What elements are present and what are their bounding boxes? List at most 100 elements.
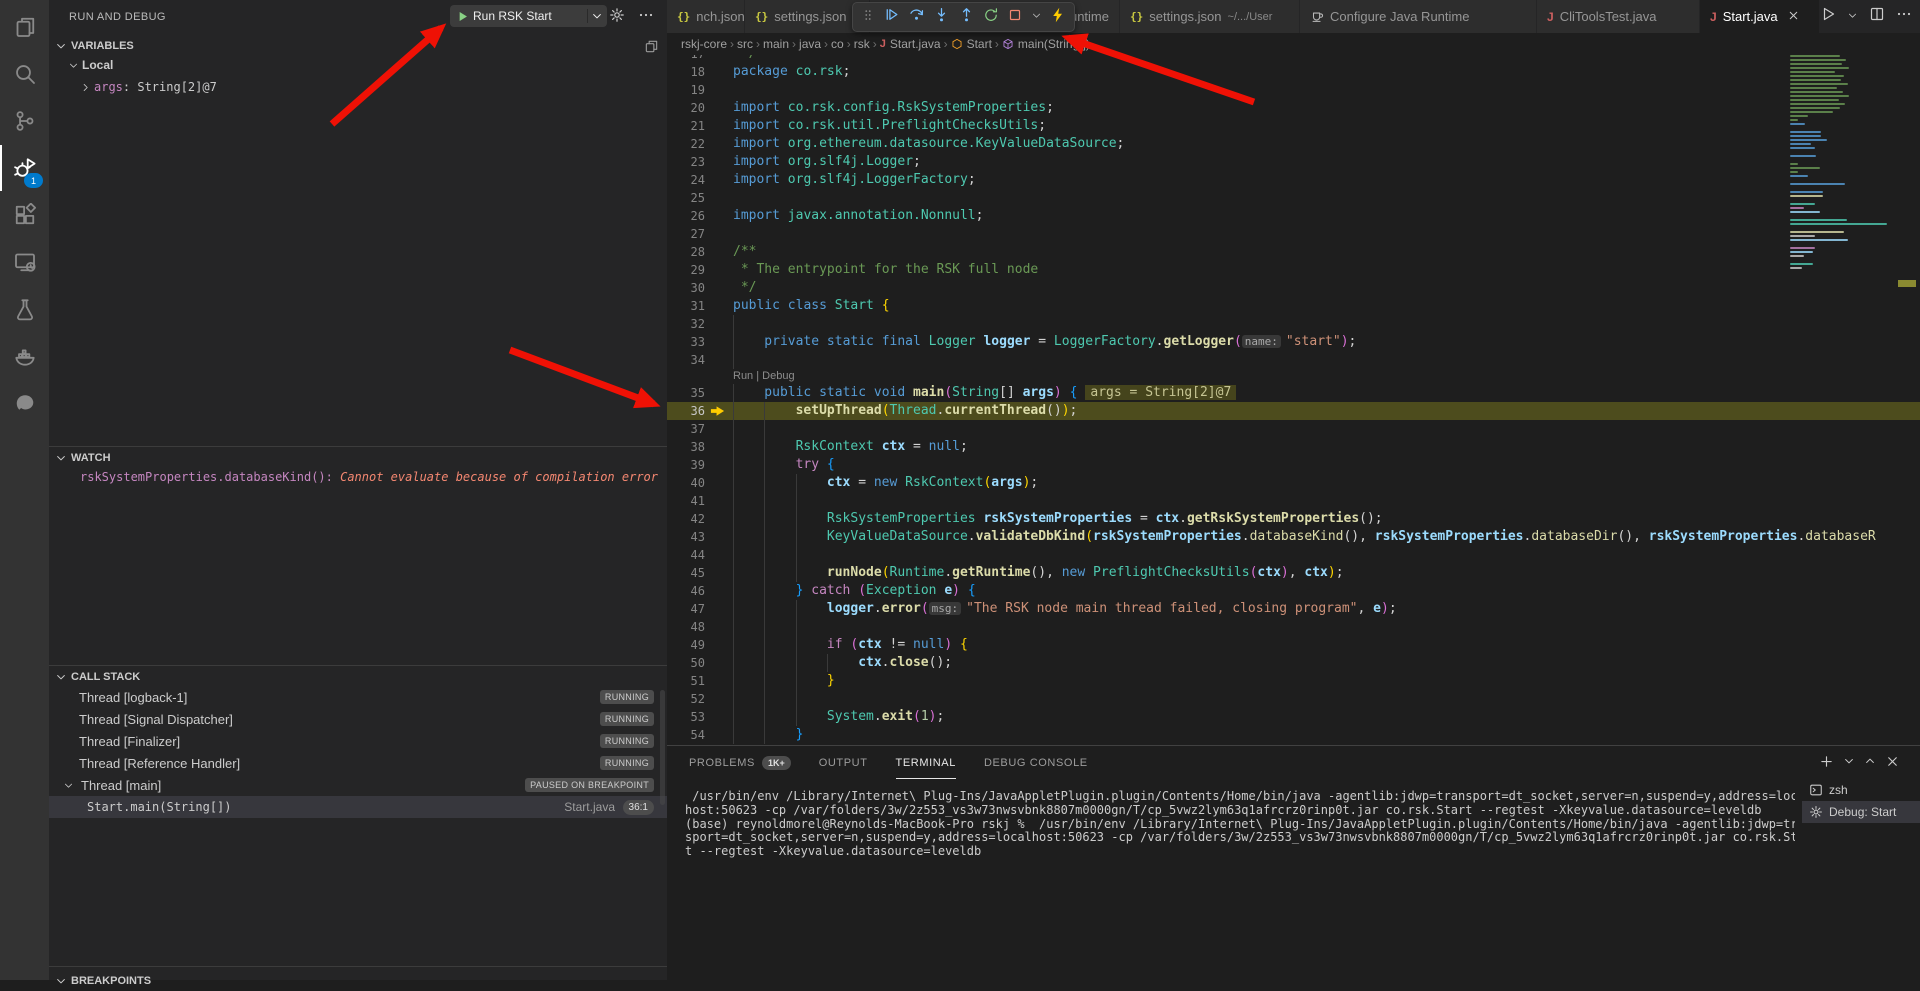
code-line-37[interactable]: 37	[667, 420, 1920, 438]
code-line-26[interactable]: 26import javax.annotation.Nonnull;	[667, 207, 1920, 225]
code-line-22[interactable]: 22import org.ethereum.datasource.KeyValu…	[667, 135, 1920, 153]
more-icon[interactable]	[638, 7, 654, 23]
terminal-session-debug-start[interactable]: Debug: Start	[1802, 801, 1920, 823]
gutter[interactable]	[705, 117, 733, 135]
variables-section-header[interactable]: VARIABLES	[49, 36, 667, 56]
activity-debug[interactable]: 1	[0, 145, 49, 191]
gutter[interactable]	[705, 225, 733, 243]
code-line-17[interactable]: 17 */	[667, 55, 1920, 63]
line-number[interactable]: 20	[667, 99, 705, 117]
line-number[interactable]: 40	[667, 474, 705, 492]
activity-files[interactable]	[0, 4, 49, 50]
gutter[interactable]	[705, 261, 733, 279]
line-number[interactable]: 50	[667, 654, 705, 672]
tab-clitoolstest.java[interactable]: JCliToolsTest.java	[1537, 0, 1700, 33]
code-line-45[interactable]: 45runNode(Runtime.getRuntime(), new Pref…	[667, 564, 1920, 582]
line-number[interactable]: 48	[667, 618, 705, 636]
line-number[interactable]: 51	[667, 672, 705, 690]
variables-scope-local[interactable]: Local	[68, 58, 113, 72]
code-line-44[interactable]: 44	[667, 546, 1920, 564]
step-out-icon[interactable]	[958, 6, 975, 28]
watch-expression-row[interactable]: rskSystemProperties.databaseKind(): Cann…	[80, 470, 659, 484]
line-number[interactable]: 38	[667, 438, 705, 456]
line-number[interactable]: 21	[667, 117, 705, 135]
code-line-41[interactable]: 41	[667, 492, 1920, 510]
line-number[interactable]: 18	[667, 63, 705, 81]
sidebar-scrollbar[interactable]	[660, 690, 665, 805]
gutter[interactable]	[705, 189, 733, 207]
drag-handle-icon[interactable]	[861, 8, 875, 27]
play-icon[interactable]	[456, 10, 469, 23]
code-line-33[interactable]: 33private static final Logger logger = L…	[667, 333, 1920, 351]
gutter[interactable]	[705, 279, 733, 297]
code-line-46[interactable]: 46} catch (Exception e) {	[667, 582, 1920, 600]
gutter[interactable]	[705, 546, 733, 564]
step-over-icon[interactable]	[908, 6, 925, 28]
code-line-18[interactable]: 18package co.rsk;	[667, 63, 1920, 81]
call-stack-section-header[interactable]: CALL STACK	[49, 667, 667, 687]
line-number[interactable]: 35	[667, 384, 705, 402]
plus-icon[interactable]	[1819, 754, 1834, 774]
line-number[interactable]: 19	[667, 81, 705, 99]
line-number[interactable]: 27	[667, 225, 705, 243]
line-number[interactable]: 42	[667, 510, 705, 528]
gutter[interactable]	[705, 510, 733, 528]
line-number[interactable]: 47	[667, 600, 705, 618]
run-config-dropdown[interactable]: Run RSK Start	[450, 5, 607, 27]
gutter[interactable]	[705, 636, 733, 654]
tab-settings.json[interactable]: {}settings.json~/.../User	[1120, 0, 1300, 33]
code-line-36[interactable]: 36setUpThread(Thread.currentThread());	[667, 402, 1920, 420]
gutter[interactable]	[705, 726, 733, 744]
stop-icon[interactable]	[1007, 7, 1023, 28]
code-line-25[interactable]: 25	[667, 189, 1920, 207]
gutter[interactable]	[705, 474, 733, 492]
call-stack-thread[interactable]: Thread [logback-1]RUNNING	[49, 686, 667, 708]
gutter[interactable]	[705, 420, 733, 438]
line-number[interactable]: 17	[667, 55, 705, 63]
code-line-53[interactable]: 53System.exit(1);	[667, 708, 1920, 726]
codelens-run-debug[interactable]: Run | Debug	[667, 369, 1920, 384]
activity-source-control[interactable]	[0, 98, 49, 144]
line-number[interactable]: 23	[667, 153, 705, 171]
tab-start.java[interactable]: JStart.java	[1700, 0, 1820, 33]
code-line-31[interactable]: 31public class Start {	[667, 297, 1920, 315]
chevron-down-icon[interactable]	[591, 10, 603, 22]
gutter[interactable]	[705, 63, 733, 81]
line-number[interactable]: 45	[667, 564, 705, 582]
gutter[interactable]	[705, 690, 733, 708]
line-number[interactable]: 34	[667, 351, 705, 369]
gutter[interactable]	[705, 492, 733, 510]
line-number[interactable]: 26	[667, 207, 705, 225]
code-line-49[interactable]: 49if (ctx != null) {	[667, 636, 1920, 654]
gutter[interactable]	[705, 297, 733, 315]
line-number[interactable]: 43	[667, 528, 705, 546]
gutter[interactable]	[705, 243, 733, 261]
line-number[interactable]: 36	[667, 402, 705, 420]
gutter[interactable]	[705, 564, 733, 582]
line-number[interactable]: 53	[667, 708, 705, 726]
breadcrumb-item-src[interactable]: src	[737, 37, 753, 51]
code-line-20[interactable]: 20import co.rsk.config.RskSystemProperti…	[667, 99, 1920, 117]
gutter[interactable]	[705, 207, 733, 225]
chevron-down-icon[interactable]	[1031, 8, 1042, 26]
continue-icon[interactable]	[883, 6, 900, 28]
activity-gradle[interactable]	[0, 380, 49, 426]
gutter[interactable]	[705, 99, 733, 117]
code-line-23[interactable]: 23import org.slf4j.Logger;	[667, 153, 1920, 171]
line-number[interactable]: 31	[667, 297, 705, 315]
line-number[interactable]: 39	[667, 456, 705, 474]
chevron-right-icon[interactable]	[80, 82, 91, 93]
split-editor-icon[interactable]	[1869, 6, 1885, 27]
restart-icon[interactable]	[983, 7, 999, 28]
code-line-39[interactable]: 39try {	[667, 456, 1920, 474]
code-line-27[interactable]: 27	[667, 225, 1920, 243]
gutter[interactable]	[705, 81, 733, 99]
call-stack-thread[interactable]: Thread [Signal Dispatcher]RUNNING	[49, 708, 667, 730]
code-line-30[interactable]: 30 */	[667, 279, 1920, 297]
close-icon[interactable]	[1787, 9, 1800, 25]
line-number[interactable]: 44	[667, 546, 705, 564]
gutter[interactable]	[705, 438, 733, 456]
code-line-47[interactable]: 47logger.error(msg:"The RSK node main th…	[667, 600, 1920, 618]
line-number[interactable]: 41	[667, 492, 705, 510]
close-icon[interactable]	[1885, 754, 1900, 774]
